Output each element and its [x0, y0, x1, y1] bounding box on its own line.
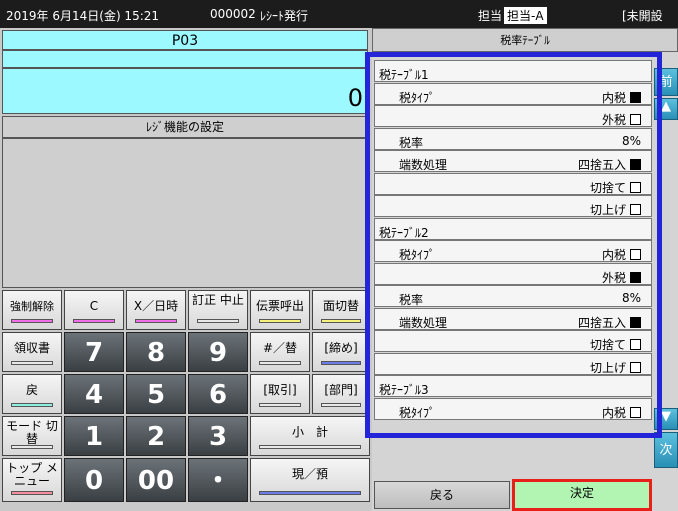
subtotal-button[interactable]: 小 計: [250, 416, 370, 456]
register-panel: P03 0 ﾚｼﾞ機能の設定 強制解除 C X／日時 訂正 中止 伝票呼出 面切…: [0, 28, 372, 511]
back-key-button[interactable]: 戻: [2, 374, 62, 414]
confirm-button[interactable]: 決定: [512, 479, 652, 511]
face-switch-button[interactable]: 面切替: [312, 290, 370, 330]
num-9-button[interactable]: 9: [188, 332, 248, 372]
display-title: P03: [2, 30, 368, 50]
clear-button[interactable]: C: [64, 290, 124, 330]
receipt-number: 000002: [210, 7, 256, 21]
function-area: [2, 138, 368, 288]
date-time: 2019年 6月14日(金) 15:21: [6, 9, 160, 23]
num-1-button[interactable]: 1: [64, 416, 124, 456]
num-4-button[interactable]: 4: [64, 374, 124, 414]
top-menu-button[interactable]: トップ メニュー: [2, 458, 62, 502]
num-00-button[interactable]: 00: [126, 458, 186, 502]
num-0-button[interactable]: 0: [64, 458, 124, 502]
status-bar: 2019年 6月14日(金) 15:21 000002 ﾚｼｰﾄ発行 担当 担当…: [0, 0, 678, 28]
open-status: [未開設: [622, 9, 663, 23]
mode-switch-button[interactable]: モード 切替: [2, 416, 62, 456]
amount-display: 0: [2, 68, 368, 114]
cash-button[interactable]: 現／預: [250, 458, 370, 502]
num-3-button[interactable]: 3: [188, 416, 248, 456]
num-6-button[interactable]: 6: [188, 374, 248, 414]
tanto-label: 担当: [478, 9, 503, 23]
correct-cancel-button[interactable]: 訂正 中止: [188, 290, 248, 330]
receipt-button[interactable]: 領収書: [2, 332, 62, 372]
num-7-button[interactable]: 7: [64, 332, 124, 372]
panel-title: 税率ﾃｰﾌﾞﾙ: [372, 28, 678, 52]
tanto-value[interactable]: 担当-A: [504, 7, 547, 24]
num-2-button[interactable]: 2: [126, 416, 186, 456]
slip-recall-button[interactable]: 伝票呼出: [250, 290, 310, 330]
x-date-button[interactable]: X／日時: [126, 290, 186, 330]
back-button[interactable]: 戻る: [374, 481, 510, 509]
bumon-button[interactable]: [部門]: [312, 374, 370, 414]
hash-button[interactable]: #／替: [250, 332, 310, 372]
num-5-button[interactable]: 5: [126, 374, 186, 414]
torihiki-button[interactable]: [取引]: [250, 374, 310, 414]
shime-button[interactable]: [締め]: [312, 332, 370, 372]
selection-highlight: [365, 52, 662, 438]
decimal-button[interactable]: ・: [188, 458, 248, 502]
num-8-button[interactable]: 8: [126, 332, 186, 372]
print-mode: ﾚｼｰﾄ発行: [260, 9, 309, 23]
display-blank: [2, 50, 368, 68]
force-release-button[interactable]: 強制解除: [2, 290, 62, 330]
func-title: ﾚｼﾞ機能の設定: [2, 116, 368, 138]
